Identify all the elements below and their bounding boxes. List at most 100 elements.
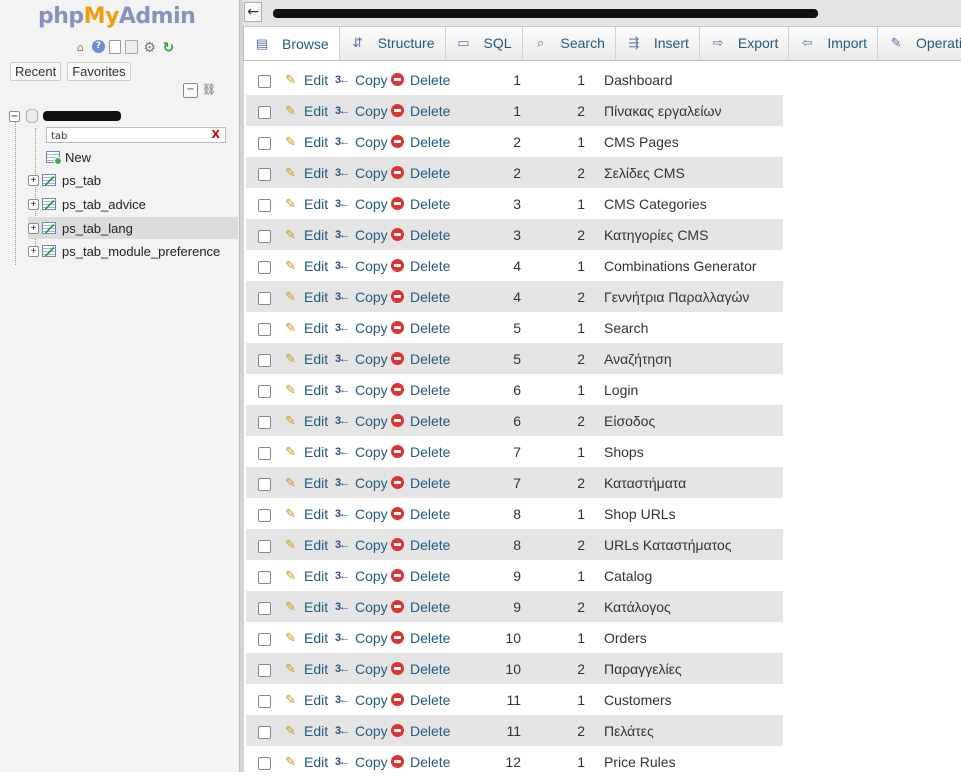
row-checkbox[interactable] (258, 478, 271, 491)
copy-link[interactable]: 3← Copy (335, 72, 391, 88)
phpmyadmin-logo[interactable]: phpMyAdmin (38, 4, 196, 29)
delete-link[interactable]: Delete (391, 258, 455, 274)
row-checkbox[interactable] (258, 199, 271, 212)
sidebar-item-table[interactable]: + ps_tab_module_preference (28, 240, 238, 262)
delete-link[interactable]: Delete (391, 692, 455, 708)
edit-link[interactable]: ✎ Edit (285, 568, 333, 584)
delete-link[interactable]: Delete (391, 103, 455, 119)
edit-link[interactable]: ✎ Edit (285, 72, 333, 88)
copy-link[interactable]: 3← Copy (335, 506, 391, 522)
filter-input[interactable] (47, 129, 201, 144)
copy-link[interactable]: 3← Copy (335, 754, 391, 770)
panel-resizer[interactable] (239, 0, 244, 772)
row-checkbox[interactable] (258, 137, 271, 150)
page-icon[interactable] (125, 40, 138, 54)
row-checkbox[interactable] (258, 757, 271, 770)
tab-import[interactable]: ⇦ Import (789, 27, 879, 59)
row-checkbox[interactable] (258, 168, 271, 181)
edit-link[interactable]: ✎ Edit (285, 351, 333, 367)
row-checkbox[interactable] (258, 447, 271, 460)
row-checkbox[interactable] (258, 75, 271, 88)
edit-link[interactable]: ✎ Edit (285, 692, 333, 708)
gear-icon[interactable]: ⚙ (142, 40, 157, 55)
copy-link[interactable]: 3← Copy (335, 599, 391, 615)
back-arrow-icon[interactable]: ← (244, 2, 262, 22)
row-checkbox[interactable] (258, 509, 271, 522)
tab-structure[interactable]: ⇵ Structure (340, 27, 446, 59)
documentation-icon[interactable] (109, 40, 121, 54)
delete-link[interactable]: Delete (391, 723, 455, 739)
row-checkbox[interactable] (258, 540, 271, 553)
row-checkbox[interactable] (258, 292, 271, 305)
edit-link[interactable]: ✎ Edit (285, 134, 333, 150)
delete-link[interactable]: Delete (391, 289, 455, 305)
edit-link[interactable]: ✎ Edit (285, 320, 333, 336)
new-table-item[interactable]: New (46, 146, 236, 168)
copy-link[interactable]: 3← Copy (335, 537, 391, 553)
row-checkbox[interactable] (258, 106, 271, 119)
copy-link[interactable]: 3← Copy (335, 413, 391, 429)
tab-export[interactable]: ⇨ Export (700, 27, 790, 59)
row-checkbox[interactable] (258, 323, 271, 336)
edit-link[interactable]: ✎ Edit (285, 103, 333, 119)
expand-icon[interactable]: + (28, 245, 39, 257)
delete-link[interactable]: Delete (391, 506, 455, 522)
expand-icon[interactable]: + (28, 174, 39, 186)
sidebar-item-table-selected[interactable]: + ps_tab_lang (28, 217, 238, 239)
row-checkbox[interactable] (258, 354, 271, 367)
row-checkbox[interactable] (258, 230, 271, 243)
copy-link[interactable]: 3← Copy (335, 289, 391, 305)
copy-link[interactable]: 3← Copy (335, 258, 391, 274)
delete-link[interactable]: Delete (391, 661, 455, 677)
edit-link[interactable]: ✎ Edit (285, 382, 333, 398)
copy-link[interactable]: 3← Copy (335, 134, 391, 150)
row-checkbox[interactable] (258, 633, 271, 646)
copy-link[interactable]: 3← Copy (335, 692, 391, 708)
edit-link[interactable]: ✎ Edit (285, 475, 333, 491)
edit-link[interactable]: ✎ Edit (285, 661, 333, 677)
copy-link[interactable]: 3← Copy (335, 320, 391, 336)
delete-link[interactable]: Delete (391, 382, 455, 398)
expand-icon[interactable]: + (28, 222, 39, 234)
delete-link[interactable]: Delete (391, 227, 455, 243)
info-icon[interactable]: ? (92, 40, 105, 53)
delete-link[interactable]: Delete (391, 134, 455, 150)
copy-link[interactable]: 3← Copy (335, 568, 391, 584)
delete-link[interactable]: Delete (391, 475, 455, 491)
sidebar-item-table[interactable]: + ps_tab_advice (28, 193, 238, 215)
expand-icon[interactable]: + (28, 198, 39, 210)
edit-link[interactable]: ✎ Edit (285, 599, 333, 615)
delete-link[interactable]: Delete (391, 196, 455, 212)
delete-link[interactable]: Delete (391, 754, 455, 770)
tab-operations[interactable]: ✎ Operations (878, 27, 961, 59)
delete-link[interactable]: Delete (391, 165, 455, 181)
delete-link[interactable]: Delete (391, 413, 455, 429)
row-checkbox[interactable] (258, 695, 271, 708)
copy-link[interactable]: 3← Copy (335, 475, 391, 491)
copy-link[interactable]: 3← Copy (335, 165, 391, 181)
edit-link[interactable]: ✎ Edit (285, 754, 333, 770)
recent-button[interactable]: Recent (10, 62, 62, 81)
reload-icon[interactable]: ↻ (161, 40, 176, 55)
tab-search[interactable]: ⌕ Search (523, 27, 616, 59)
row-checkbox[interactable] (258, 571, 271, 584)
edit-link[interactable]: ✎ Edit (285, 537, 333, 553)
edit-link[interactable]: ✎ Edit (285, 258, 333, 274)
collapse-all-icon[interactable]: − (183, 83, 198, 98)
copy-link[interactable]: 3← Copy (335, 103, 391, 119)
edit-link[interactable]: ✎ Edit (285, 413, 333, 429)
copy-link[interactable]: 3← Copy (335, 196, 391, 212)
delete-link[interactable]: Delete (391, 351, 455, 367)
edit-link[interactable]: ✎ Edit (285, 196, 333, 212)
copy-link[interactable]: 3← Copy (335, 444, 391, 460)
delete-link[interactable]: Delete (391, 444, 455, 460)
row-checkbox[interactable] (258, 385, 271, 398)
sidebar-item-table[interactable]: + ps_tab (28, 169, 238, 191)
edit-link[interactable]: ✎ Edit (285, 630, 333, 646)
copy-link[interactable]: 3← Copy (335, 351, 391, 367)
edit-link[interactable]: ✎ Edit (285, 227, 333, 243)
row-checkbox[interactable] (258, 726, 271, 739)
edit-link[interactable]: ✎ Edit (285, 289, 333, 305)
row-checkbox[interactable] (258, 664, 271, 677)
delete-link[interactable]: Delete (391, 320, 455, 336)
